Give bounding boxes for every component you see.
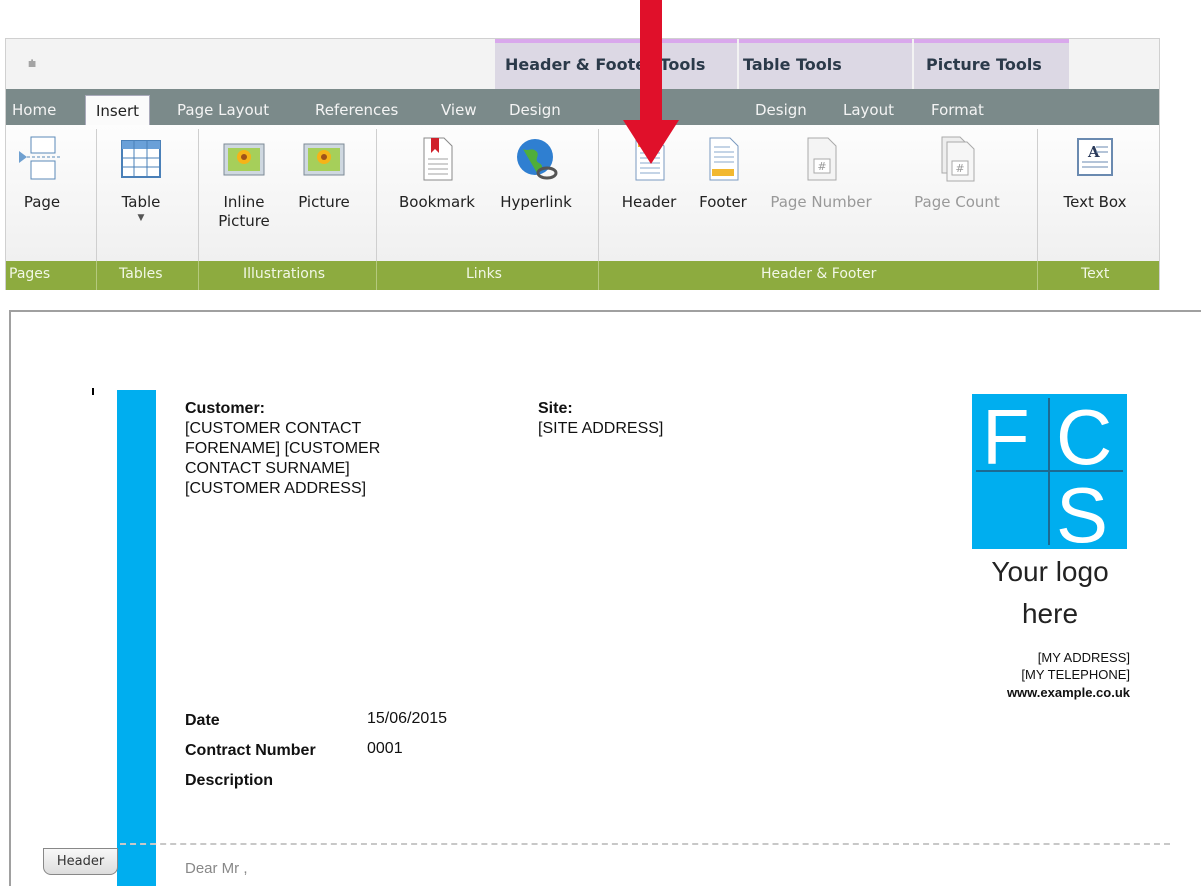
page-number-button[interactable]: # Page Number [765,135,877,211]
inline-picture-label: Inline Picture [218,193,270,230]
tab-picture-format[interactable]: Format [931,101,984,119]
logo-text-line: here [1021,598,1079,629]
group-links: Links [466,266,502,282]
tab-references[interactable]: References [315,101,398,119]
picture-label: Picture [298,193,350,211]
tab-bar: Home Insert Page Layout References View … [6,89,1159,126]
footer-label: Footer [699,193,747,211]
red-arrow-pointer [623,0,679,164]
picture-icon [299,135,349,183]
table-label: Table [121,193,161,211]
logo-letter-f: F [982,394,1030,481]
fcs-logo-graphic: F C S [976,393,1123,559]
site-value: [SITE ADDRESS] [538,420,664,437]
group-illustrations: Illustrations [243,266,326,282]
picture-icon [219,135,269,183]
table-icon [116,135,166,183]
bookmark-icon [412,135,462,183]
group-header-footer: Header & Footer [761,266,877,282]
header-tag[interactable]: Header [43,848,118,875]
tab-page-layout[interactable]: Page Layout [177,101,269,119]
header-boundary-line [120,843,1170,845]
bookmark-label: Bookmark [399,193,475,211]
globe-link-icon [511,135,561,183]
website: www.example.co.uk [1006,685,1130,700]
field-value-date: 15/06/2015 [367,710,448,727]
ribbon: ⩧ Header & Footer Tools Table Tools Pict… [5,38,1160,290]
inline-picture-button[interactable]: Inline Picture [206,135,282,231]
field-label-contract-number: Contract Number [185,742,316,759]
bookmark-button[interactable]: Bookmark [391,135,483,211]
text-box-label: Text Box [1063,193,1127,211]
hyperlink-label: Hyperlink [500,193,572,211]
svg-text:#: # [817,160,826,173]
tab-view[interactable]: View [441,101,477,119]
company-logo: F C S [972,393,1127,559]
accent-bar [117,390,156,886]
header-label: Header [621,193,677,211]
logo-letter-s: S [1056,471,1108,549]
chevron-down-icon: ▼ [137,213,145,223]
svg-text:#: # [955,162,964,175]
page-label: Page [23,193,61,211]
table-button[interactable]: Table ▼ [106,135,176,223]
customer-label: Customer: [185,400,266,417]
separator [598,261,599,290]
field-value-contract-number: 0001 [367,740,403,757]
tab-table-layout[interactable]: Layout [843,101,894,119]
my-address: [MY ADDRESS] [1037,650,1130,665]
logo-letter-c: C [1056,394,1112,481]
page-count-label: Page Count [914,193,1000,211]
separator [198,261,199,290]
hyperlink-button[interactable]: Hyperlink [486,135,586,211]
tab-home[interactable]: Home [12,101,56,119]
customer-block: Customer: [CUSTOMER CONTACT FORENAME] [C… [185,399,380,499]
contextual-group-picture-tools: Picture Tools [914,39,1069,89]
field-label-date: Date [185,712,220,729]
salutation: Dear Mr , [185,860,248,877]
page-count-icon: # [932,135,982,183]
page-number-icon: # [796,135,846,183]
tab-hf-design[interactable]: Design [509,101,561,119]
customer-line: CONTACT SURNAME] [185,460,350,477]
site-block: Site: [SITE ADDRESS] [538,399,663,439]
page-break-icon [17,135,67,183]
group-label-bar: Pages Tables Illustrations Links Header … [6,261,1159,290]
text-box-button[interactable]: A Text Box [1049,135,1141,211]
separator [376,261,377,290]
picture-button[interactable]: Picture [286,135,362,211]
group-tables: Tables [119,266,163,282]
group-pages: Pages [9,266,51,282]
footer-button[interactable]: Footer [688,135,758,211]
logo-text-line: Your logo [991,556,1109,587]
text-box-icon: A [1070,135,1120,183]
field-label-description: Description [185,772,274,789]
tab-insert[interactable]: Insert [85,95,151,126]
page-button[interactable]: Page [14,135,70,211]
contextual-group-table-tools: Table Tools [739,39,912,89]
page-number-label: Page Number [770,193,872,211]
separator [96,261,97,290]
my-telephone: [MY TELEPHONE] [1021,667,1130,682]
site-label: Site: [538,400,573,417]
page-count-button[interactable]: # Page Count [904,135,1010,211]
quick-access-icon[interactable]: ⩧ [28,55,36,72]
customer-line: [CUSTOMER ADDRESS] [185,480,367,497]
customer-line: [CUSTOMER CONTACT [185,420,362,437]
footer-icon [698,135,748,183]
customer-line: FORENAME] [CUSTOMER [185,440,381,457]
tab-table-design[interactable]: Design [755,101,807,119]
separator [1037,261,1038,290]
group-text: Text [1081,266,1110,282]
contextual-group-header-footer-tools: Header & Footer Tools [495,39,737,89]
cursor-mark [92,388,94,395]
